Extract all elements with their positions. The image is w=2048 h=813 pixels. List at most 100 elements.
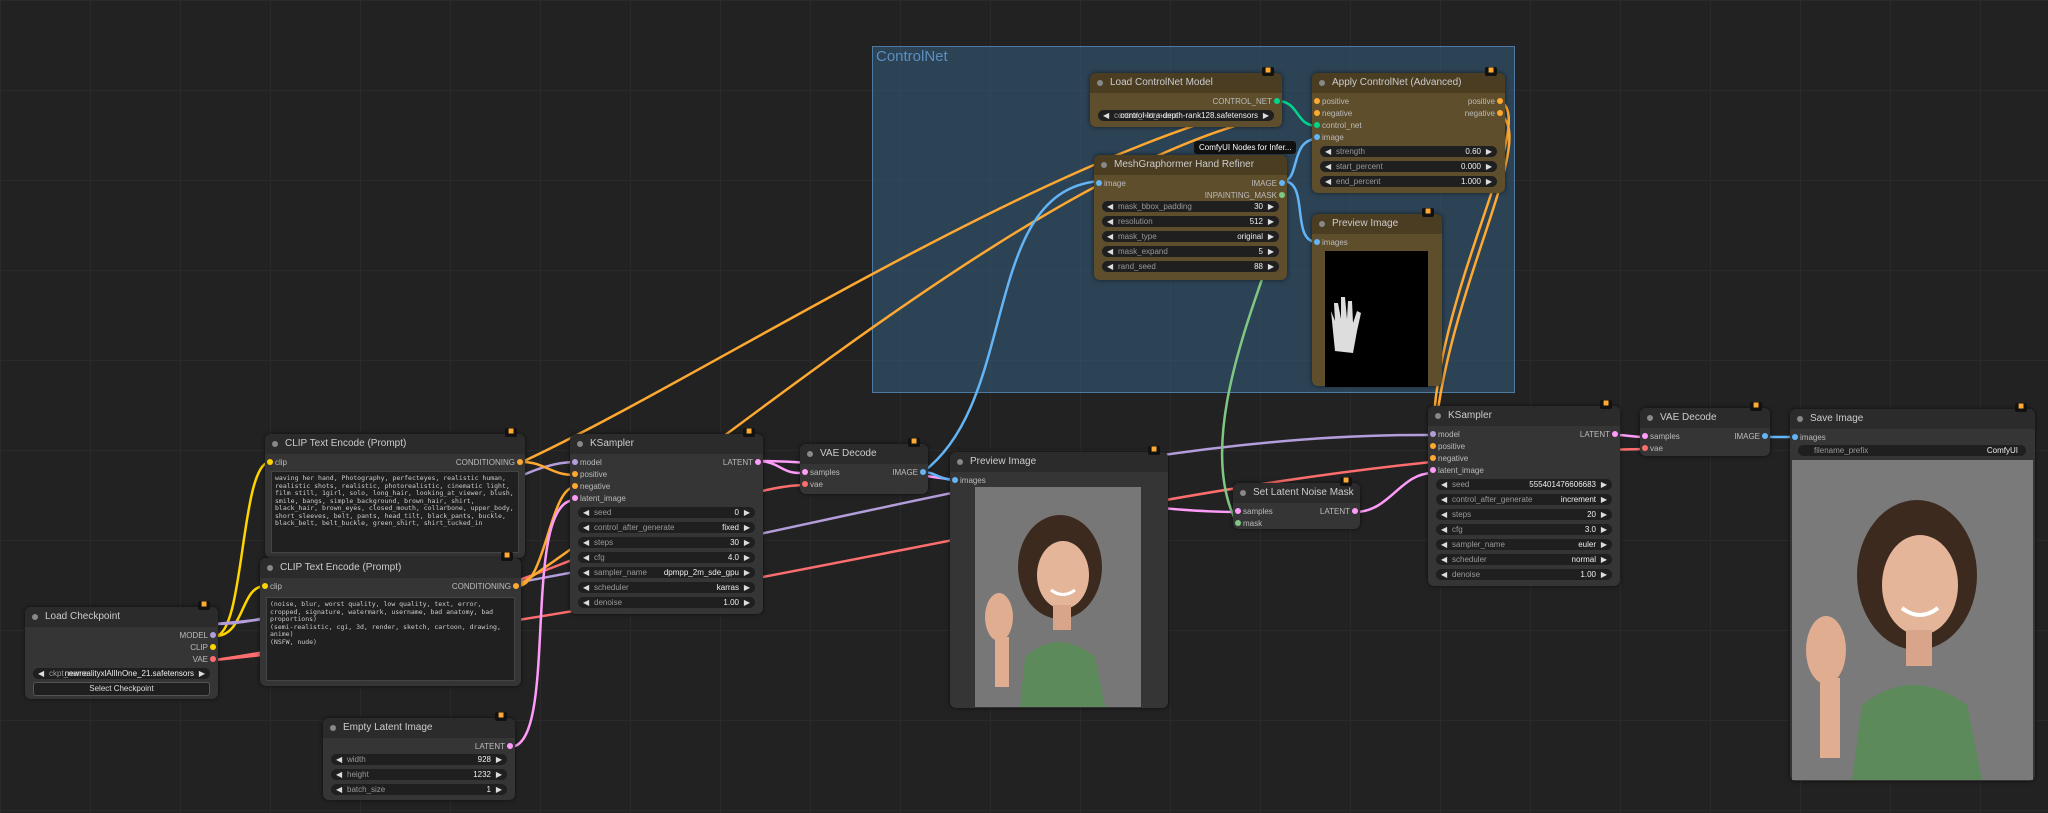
preview-image-node[interactable]: Preview Image ⯀ images xyxy=(950,446,1168,708)
ksampler-node[interactable]: KSampler ⯀ model positive negative laten… xyxy=(570,428,763,614)
cfg-widget[interactable]: ◀ cfg 4.0 ▶ xyxy=(578,552,755,563)
end-percent-widget[interactable]: ◀ end_percent 1.000 ▶ xyxy=(1320,176,1497,187)
output-vae[interactable]: VAE xyxy=(193,654,216,665)
vae-decode-refine-node[interactable]: VAE Decode ⯀ samples vae IMAGE xyxy=(1640,402,1770,456)
input-negative[interactable]: negative xyxy=(1430,453,1468,464)
input-image[interactable]: image xyxy=(1096,178,1126,189)
node-title[interactable]: Load ControlNet Model xyxy=(1090,73,1282,93)
output-image[interactable]: IMAGE xyxy=(892,467,926,478)
prompt-textarea[interactable]: waving her hand, Photography, perfecteye… xyxy=(271,471,519,553)
preview-image-mask-node[interactable]: Preview Image ⯀ images xyxy=(1312,208,1442,387)
apply-controlnet-advanced-node[interactable]: Apply ControlNet (Advanced) ⯀ positive n… xyxy=(1312,67,1505,193)
seed-widget[interactable]: ◀ seed 0 ▶ xyxy=(578,507,755,518)
input-samples[interactable]: samples xyxy=(1642,431,1680,442)
input-samples[interactable]: samples xyxy=(802,467,840,478)
node-title[interactable]: VAE Decode xyxy=(800,444,928,464)
node-title[interactable]: Empty Latent Image xyxy=(323,718,515,738)
input-negative[interactable]: negative xyxy=(572,481,610,492)
node-title[interactable]: Save Image xyxy=(1790,409,2035,429)
input-latent-image[interactable]: latent_image xyxy=(1430,465,1484,476)
node-title[interactable]: Set Latent Noise Mask xyxy=(1233,483,1360,503)
set-latent-noise-mask-node[interactable]: Set Latent Noise Mask ⯀ samples mask LAT… xyxy=(1233,477,1360,529)
node-title[interactable]: VAE Decode xyxy=(1640,408,1770,428)
filename-prefix-widget[interactable]: filename_prefix ComfyUI xyxy=(1798,445,2026,456)
node-title[interactable]: Preview Image xyxy=(1312,214,1442,234)
scheduler-widget[interactable]: ◀ scheduler normal ▶ xyxy=(1436,554,1612,565)
ksampler-refine-node[interactable]: KSampler ⯀ model positive negative laten… xyxy=(1428,400,1620,586)
input-vae[interactable]: vae xyxy=(802,479,823,490)
node-title[interactable]: Apply ControlNet (Advanced) xyxy=(1312,73,1505,93)
steps-widget[interactable]: ◀ steps 20 ▶ xyxy=(1436,509,1612,520)
node-title[interactable]: Preview Image xyxy=(950,452,1168,472)
output-positive[interactable]: positive xyxy=(1468,96,1503,107)
output-image[interactable]: IMAGE xyxy=(1734,431,1768,442)
save-image-node[interactable]: Save Image ⯀ images filename_prefix Comfy… xyxy=(1790,403,2035,781)
input-images[interactable]: images xyxy=(1314,237,1348,248)
node-title[interactable]: CLIP Text Encode (Prompt) xyxy=(260,558,521,578)
empty-latent-image-node[interactable]: Empty Latent Image ⯀ LATENT ◀ width 928 ▶ ◀… xyxy=(323,712,515,800)
denoise-widget[interactable]: ◀ denoise 1.00 ▶ xyxy=(1436,569,1612,580)
sampler-name-widget[interactable]: ◀ sampler_name euler ▶ xyxy=(1436,539,1612,550)
clip-text-encode-positive-node[interactable]: CLIP Text Encode (Prompt) ⯀ clip CONDITI… xyxy=(265,428,525,558)
ckpt-name-combo[interactable]: ◀ ckpt_name newrealityxlAllInOne_21.safete… xyxy=(33,668,210,679)
input-clip[interactable]: clip xyxy=(262,581,282,592)
vae-decode-node[interactable]: VAE Decode ⯀ samples vae IMAGE xyxy=(800,438,928,494)
output-conditioning[interactable]: CONDITIONING xyxy=(452,581,519,592)
height-widget[interactable]: ◀ height 1232 ▶ xyxy=(331,769,507,780)
load-checkpoint-node[interactable]: Load Checkpoint ⯀ MODEL CLIP VAE ◀ ckpt_n… xyxy=(25,601,218,699)
node-title[interactable]: KSampler xyxy=(570,434,763,454)
output-latent[interactable]: LATENT xyxy=(475,741,513,752)
batch-size-widget[interactable]: ◀ batch_size 1 ▶ xyxy=(331,784,507,795)
input-model[interactable]: model xyxy=(1430,429,1460,440)
sampler-name-widget[interactable]: ◀ sampler_name dpmpp_2m_sde_gpu ▶ xyxy=(578,567,755,578)
input-mask[interactable]: mask xyxy=(1235,518,1262,529)
mask-type-widget[interactable]: ◀ mask_type original ▶ xyxy=(1102,231,1279,242)
input-positive[interactable]: positive xyxy=(1314,96,1349,107)
cfg-widget[interactable]: ◀ cfg 3.0 ▶ xyxy=(1436,524,1612,535)
prompt-textarea[interactable]: (noise, blur, worst quality, low quality… xyxy=(266,597,515,681)
node-title[interactable]: Load Checkpoint xyxy=(25,607,218,627)
select-checkpoint-button[interactable]: Select Checkpoint xyxy=(33,682,210,696)
output-image[interactable]: IMAGE xyxy=(1251,178,1285,189)
scheduler-widget[interactable]: ◀ scheduler karras ▶ xyxy=(578,582,755,593)
output-latent[interactable]: LATENT xyxy=(723,457,761,468)
steps-widget[interactable]: ◀ steps 30 ▶ xyxy=(578,537,755,548)
output-negative[interactable]: negative xyxy=(1465,108,1503,119)
input-images[interactable]: images xyxy=(1792,432,1826,443)
meshgraphormer-hand-refiner-node[interactable]: MeshGraphormer Hand Refiner image IMAGE … xyxy=(1094,155,1287,280)
control-after-generate-widget[interactable]: ◀ control_after_generate increment ▶ xyxy=(1436,494,1612,505)
seed-widget[interactable]: ◀ seed 555401476606683 ▶ xyxy=(1436,479,1612,490)
width-widget[interactable]: ◀ width 928 ▶ xyxy=(331,754,507,765)
node-title[interactable]: CLIP Text Encode (Prompt) xyxy=(265,434,525,454)
mask-bbox-padding-widget[interactable]: ◀ mask_bbox_padding 30 ▶ xyxy=(1102,201,1279,212)
input-positive[interactable]: positive xyxy=(1430,441,1465,452)
input-clip[interactable]: clip xyxy=(267,457,287,468)
input-positive[interactable]: positive xyxy=(572,469,607,480)
clip-text-encode-negative-node[interactable]: CLIP Text Encode (Prompt) ⯀ clip CONDITI… xyxy=(260,552,521,686)
input-model[interactable]: model xyxy=(572,457,602,468)
input-samples[interactable]: samples xyxy=(1235,506,1273,517)
input-image[interactable]: image xyxy=(1314,132,1344,143)
output-latent[interactable]: LATENT xyxy=(1320,506,1358,517)
output-clip[interactable]: CLIP xyxy=(190,642,216,653)
node-title[interactable]: MeshGraphormer Hand Refiner xyxy=(1094,155,1287,175)
input-control-net[interactable]: control_net xyxy=(1314,120,1362,131)
control-net-name-combo[interactable]: ◀ control_net_name control-lora-depth-rank… xyxy=(1098,110,1274,121)
node-title[interactable]: KSampler xyxy=(1428,406,1620,426)
output-latent[interactable]: LATENT xyxy=(1580,429,1618,440)
control-after-generate-widget[interactable]: ◀ control_after_generate fixed ▶ xyxy=(578,522,755,533)
output-control-net[interactable]: CONTROL_NET xyxy=(1212,96,1280,107)
resolution-widget[interactable]: ◀ resolution 512 ▶ xyxy=(1102,216,1279,227)
output-inpainting-mask[interactable]: INPAINTING_MASK xyxy=(1205,190,1285,201)
start-percent-widget[interactable]: ◀ start_percent 0.000 ▶ xyxy=(1320,161,1497,172)
load-controlnet-node[interactable]: Load ControlNet Model ⯀ CONTROL_NET ◀ con… xyxy=(1090,67,1282,127)
rand-seed-widget[interactable]: ◀ rand_seed 88 ▶ xyxy=(1102,261,1279,272)
output-model[interactable]: MODEL xyxy=(180,630,216,641)
input-images[interactable]: images xyxy=(952,475,986,486)
input-latent-image[interactable]: latent_image xyxy=(572,493,626,504)
mask-expand-widget[interactable]: ◀ mask_expand 5 ▶ xyxy=(1102,246,1279,257)
input-negative[interactable]: negative xyxy=(1314,108,1352,119)
strength-widget[interactable]: ◀ strength 0.60 ▶ xyxy=(1320,146,1497,157)
input-vae[interactable]: vae xyxy=(1642,443,1663,454)
denoise-widget[interactable]: ◀ denoise 1.00 ▶ xyxy=(578,597,755,608)
